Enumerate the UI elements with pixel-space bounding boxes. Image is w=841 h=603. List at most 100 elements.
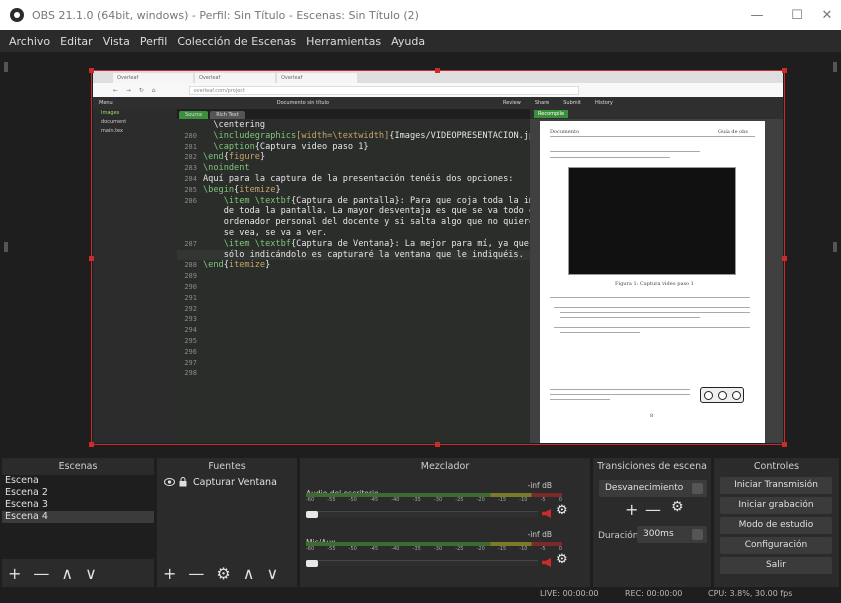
remove-scene-button[interactable]: —: [33, 564, 49, 583]
transition-settings-gear-icon[interactable]: ⚙: [671, 499, 684, 515]
meter-tick: -20: [476, 546, 485, 552]
meter-tick: -10: [519, 546, 528, 552]
meter-tick: -25: [455, 546, 464, 552]
meter-tick: -40: [391, 497, 400, 503]
remove-transition-button[interactable]: —: [645, 500, 661, 519]
source-item[interactable]: Capturar Ventana: [157, 475, 297, 489]
transition-selected: Desvanecimiento: [605, 483, 684, 493]
scene-item[interactable]: Escena 2: [2, 487, 154, 499]
rec-timer: REC: 00:00:00: [625, 589, 683, 598]
volume-slider-knob[interactable]: [306, 560, 318, 567]
meter-tick: -60: [306, 497, 315, 503]
resize-handle[interactable]: [89, 256, 94, 261]
resize-handle[interactable]: [89, 68, 94, 73]
spinner-icon[interactable]: [692, 529, 703, 540]
window-title: OBS 21.1.0 (64bit, windows) - Perfil: Si…: [32, 8, 419, 22]
menu-perfil[interactable]: Perfil: [135, 35, 173, 48]
resize-handle[interactable]: [782, 442, 787, 447]
volume-slider[interactable]: [306, 560, 538, 567]
preview-area[interactable]: Overleaf Overleaf Overleaf ← → ↻ ⌂ overl…: [0, 52, 841, 450]
meter-tick: -45: [369, 546, 379, 552]
start-recording-button[interactable]: Iniciar grabación: [720, 497, 832, 514]
menu-archivo[interactable]: Archivo: [4, 35, 55, 48]
meter-tick: -40: [391, 546, 400, 552]
meter-scale: -60 -55 -50 -45 -40 -35 -30 -25 -20 -15 -10 -5 0: [306, 546, 562, 552]
volume-slider-knob[interactable]: [306, 511, 318, 518]
edge-marker: [833, 242, 837, 252]
duration-value: 300ms: [643, 529, 674, 539]
track-settings-gear-icon[interactable]: ⚙: [556, 503, 568, 518]
meter-scale: -60 -55 -50 -45 -40 -35 -30 -25 -20 -15 -10 -5 0: [306, 497, 562, 503]
window-titlebar: OBS 21.1.0 (64bit, windows) - Perfil: Si…: [0, 0, 841, 30]
menu-vista[interactable]: Vista: [98, 35, 135, 48]
add-source-button[interactable]: +: [163, 564, 176, 583]
mixer-track-mic: Mic/Aux -inf dB -60-55-50-45-40-35-30-25…: [306, 530, 568, 574]
sources-dock-title: Fuentes: [157, 458, 297, 475]
transitions-dock-title: Transiciones de escena: [593, 458, 711, 475]
resize-handle[interactable]: [782, 68, 787, 73]
source-label: Capturar Ventana: [193, 476, 277, 488]
meter-tick: -50: [348, 497, 357, 503]
move-source-down-button[interactable]: ∨: [266, 564, 278, 583]
sources-dock: Capturar Ventana + — ⚙ ∧ ∨: [157, 475, 297, 587]
meter-tick: -15: [497, 497, 507, 503]
meter-tick: -15: [497, 546, 507, 552]
lock-icon[interactable]: [179, 477, 187, 487]
add-scene-button[interactable]: +: [8, 564, 21, 583]
settings-button[interactable]: Configuración: [720, 537, 832, 554]
track-db: -inf dB: [527, 530, 552, 539]
scene-item[interactable]: Escena 3: [2, 499, 154, 511]
scenes-dock: Escena Escena 2 Escena 3 Escena 4 + — ∧ …: [2, 475, 154, 587]
meter-tick: -30: [433, 497, 443, 503]
live-timer: LIVE: 00:00:00: [540, 589, 599, 598]
visibility-eye-icon[interactable]: [164, 478, 175, 486]
edge-marker: [4, 242, 8, 252]
meter-tick: -5: [540, 546, 546, 552]
resize-handle[interactable]: [782, 256, 787, 261]
speaker-mute-icon[interactable]: [542, 509, 551, 518]
controls-dock: Iniciar Transmisión Iniciar grabación Mo…: [714, 475, 839, 587]
resize-handle[interactable]: [435, 68, 440, 73]
duration-label: Duración: [598, 531, 639, 541]
meter-tick: -50: [348, 546, 357, 552]
studio-mode-button[interactable]: Modo de estudio: [720, 517, 832, 534]
meter-tick: -5: [540, 497, 546, 503]
resize-handle[interactable]: [435, 442, 440, 447]
resize-handle[interactable]: [89, 442, 94, 447]
minimize-button[interactable]: —: [737, 0, 777, 30]
add-transition-button[interactable]: +: [625, 500, 638, 519]
speaker-mute-icon[interactable]: [542, 558, 551, 567]
mixer-track-desktop: Audio del escritorio -inf dB -60-55-50-4…: [306, 481, 568, 525]
source-properties-gear-icon[interactable]: ⚙: [216, 564, 230, 583]
close-button[interactable]: ✕: [807, 0, 841, 30]
menu-editar[interactable]: Editar: [55, 35, 98, 48]
meter-tick: -20: [476, 497, 485, 503]
meter-tick: -10: [519, 497, 528, 503]
controls-dock-title: Controles: [714, 458, 839, 475]
move-scene-up-button[interactable]: ∧: [61, 564, 73, 583]
scene-item-selected[interactable]: Escena 4: [2, 511, 154, 523]
volume-slider[interactable]: [306, 511, 538, 518]
menu-herramientas[interactable]: Herramientas: [301, 35, 386, 48]
duration-input[interactable]: 300ms: [637, 526, 707, 543]
move-source-up-button[interactable]: ∧: [243, 564, 255, 583]
scene-item[interactable]: Escena: [2, 475, 154, 487]
status-bar: LIVE: 00:00:00 REC: 00:00:00 CPU: 3.8%, …: [0, 588, 841, 603]
transition-select[interactable]: Desvanecimiento: [599, 480, 707, 497]
exit-button[interactable]: Salir: [720, 557, 832, 574]
scene-list: Escena Escena 2 Escena 3 Escena 4: [2, 475, 154, 559]
menu-ayuda[interactable]: Ayuda: [386, 35, 430, 48]
transitions-dock: Desvanecimiento + — ⚙ Duración 300ms: [593, 475, 711, 587]
scenes-dock-title: Escenas: [2, 458, 154, 475]
sources-toolbar: + — ⚙ ∧ ∨: [157, 559, 297, 587]
source-bounding-box[interactable]: [89, 68, 787, 447]
remove-source-button[interactable]: —: [188, 564, 204, 583]
start-streaming-button[interactable]: Iniciar Transmisión: [720, 477, 832, 494]
meter-tick: -25: [455, 497, 464, 503]
meter-tick: -55: [327, 497, 336, 503]
menu-coleccion-escenas[interactable]: Colección de Escenas: [172, 35, 301, 48]
obs-logo-icon: [10, 8, 24, 22]
meter-tick: -35: [412, 546, 421, 552]
track-settings-gear-icon[interactable]: ⚙: [556, 552, 568, 567]
move-scene-down-button[interactable]: ∨: [85, 564, 97, 583]
